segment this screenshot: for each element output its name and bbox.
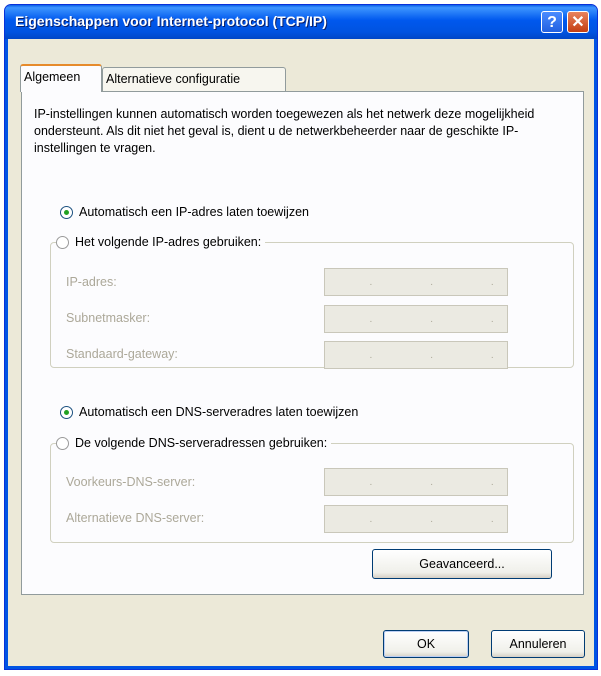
ip-separator: . [430,349,433,361]
radio-button[interactable] [56,235,69,249]
radio-manual-dns-label: De volgende DNS-serveradressen gebruiken… [75,436,328,450]
close-button[interactable]: ✕ [567,11,589,33]
default-gateway-input[interactable]: ... [324,341,508,369]
ip-separator: . [369,513,373,525]
radio-manual-ip[interactable]: Het volgende IP-adres gebruiken: [56,235,266,249]
radio-manual-dns[interactable]: De volgende DNS-serveradressen gebruiken… [56,436,332,450]
ip-separator: . [430,476,433,488]
ip-separator: . [369,349,373,361]
radio-dot-icon [64,409,69,415]
radio-auto-dns-label: Automatisch een DNS-serveradres laten to… [79,405,359,419]
advanced-button[interactable]: Geavanceerd... [372,549,552,579]
ip-separator: . [430,513,433,525]
ip-separator: . [490,276,494,288]
ip-separator: . [490,349,494,361]
tab-algemeen[interactable]: Algemeen [20,64,102,92]
ip-address-input[interactable]: ... [324,268,508,296]
subnet-mask-input[interactable]: ... [324,305,508,333]
radio-dot-icon [64,209,69,215]
ip-address-label: IP-adres: [66,275,117,289]
title-bar[interactable]: Eigenschappen voor Internet-protocol (TC… [5,5,597,39]
intro-text: IP-instellingen kunnen automatisch worde… [34,107,535,155]
help-icon: ? [547,14,557,31]
radio-button-selected[interactable] [60,405,73,419]
window-title: Eigenschappen voor Internet-protocol (TC… [15,13,327,29]
radio-manual-ip-label: Het volgende IP-adres gebruiken: [75,235,262,249]
dialog-client-area: Algemeen Alternatieve configuratie IP-in… [9,39,593,665]
radio-auto-ip-label: Automatisch een IP-adres laten toewijzen [79,205,309,219]
radio-button[interactable] [56,436,69,450]
cancel-button[interactable]: Annuleren [491,630,585,658]
tab-panel-algemeen: IP-instellingen kunnen automatisch worde… [21,91,584,595]
close-icon: ✕ [571,14,585,31]
ip-separator: . [369,276,373,288]
alternate-dns-label: Alternatieve DNS-server: [66,511,205,525]
ip-separator: . [490,513,494,525]
ip-separator: . [369,313,373,325]
ip-separator: . [430,313,433,325]
tcpip-properties-dialog: Eigenschappen voor Internet-protocol (TC… [4,4,598,670]
radio-auto-dns[interactable]: Automatisch een DNS-serveradres laten to… [60,405,363,419]
tab-alternatieve-configuratie[interactable]: Alternatieve configuratie [102,67,286,91]
ip-separator: . [490,476,494,488]
alternate-dns-input[interactable]: ... [324,505,508,533]
radio-button-selected[interactable] [60,205,73,219]
ok-button[interactable]: OK [383,630,469,658]
radio-auto-ip[interactable]: Automatisch een IP-adres laten toewijzen [60,205,313,219]
ip-separator: . [369,476,373,488]
default-gateway-label: Standaard-gateway: [66,347,178,361]
ip-separator: . [430,276,433,288]
preferred-dns-input[interactable]: ... [324,468,508,496]
help-button[interactable]: ? [541,11,563,33]
preferred-dns-label: Voorkeurs-DNS-server: [66,475,196,489]
ip-separator: . [490,313,494,325]
subnet-mask-label: Subnetmasker: [66,311,151,325]
